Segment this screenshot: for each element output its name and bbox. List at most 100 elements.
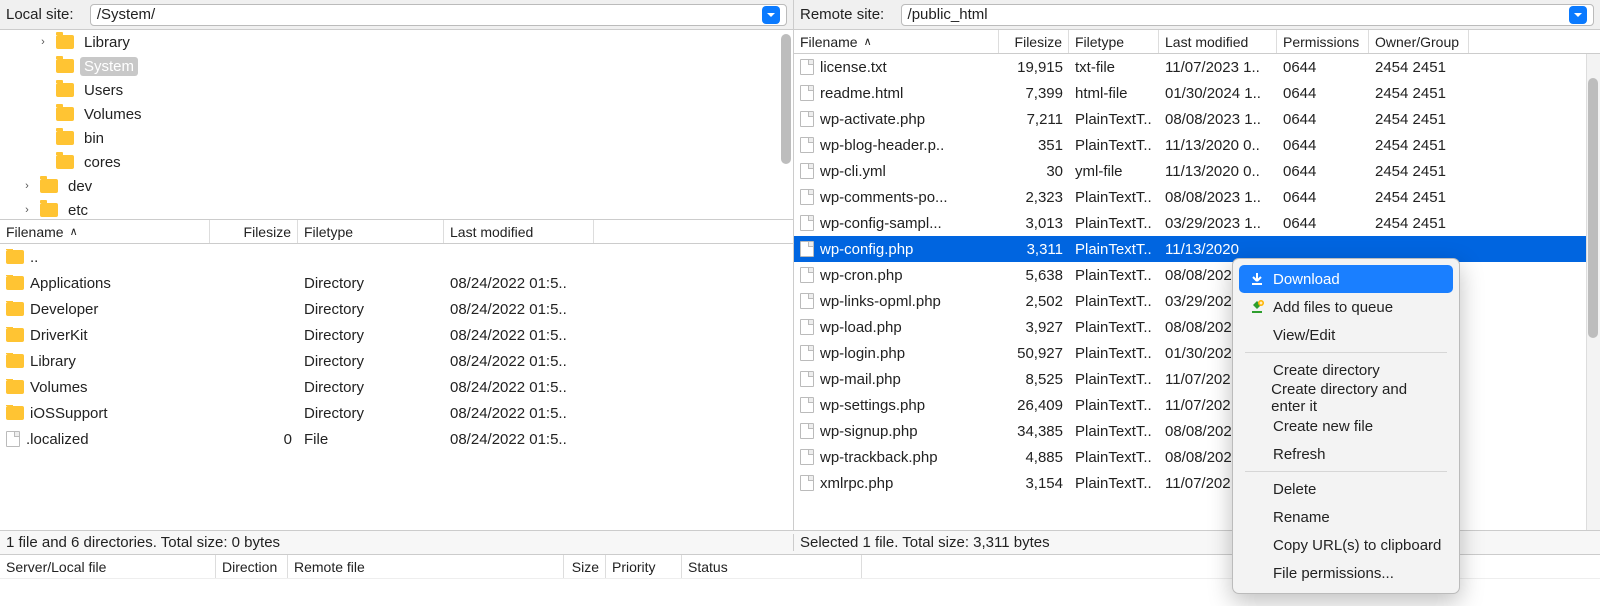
- local-file-row[interactable]: iOSSupportDirectory08/24/2022 01:5..: [0, 400, 793, 426]
- remote-file-row[interactable]: readme.html7,399html-file01/30/2024 1..0…: [794, 80, 1600, 106]
- local-file-list[interactable]: ..ApplicationsDirectory08/24/2022 01:5..…: [0, 244, 793, 530]
- local-header-filetype[interactable]: Filetype: [298, 220, 444, 243]
- local-path-input[interactable]: /System/: [90, 4, 787, 26]
- menu-refresh[interactable]: Refresh: [1239, 440, 1453, 468]
- queue-header-file[interactable]: Server/Local file: [0, 555, 216, 578]
- file-type: PlainTextT..: [1069, 267, 1159, 284]
- remote-file-list[interactable]: license.txt19,915txt-file11/07/2023 1..0…: [794, 54, 1600, 530]
- remote-path-text: /public_html: [908, 6, 1565, 23]
- remote-file-row[interactable]: wp-links-opml.php2,502PlainTextT..03/29/…: [794, 288, 1600, 314]
- menu-create-directory[interactable]: Create directory: [1239, 356, 1453, 384]
- tree-item[interactable]: ›Library: [0, 30, 793, 54]
- local-file-row[interactable]: .localized0File08/24/2022 01:5..: [0, 426, 793, 452]
- file-size: 26,409: [999, 397, 1069, 414]
- remote-path-dropdown-icon[interactable]: [1569, 6, 1587, 24]
- remote-file-row[interactable]: license.txt19,915txt-file11/07/2023 1..0…: [794, 54, 1600, 80]
- folder-icon: [6, 302, 24, 316]
- remote-file-row[interactable]: wp-load.php3,927PlainTextT..08/08/202: [794, 314, 1600, 340]
- file-icon: [800, 371, 814, 387]
- disclosure-icon[interactable]: ›: [20, 204, 34, 216]
- remote-header-owner[interactable]: Owner/Group: [1369, 30, 1469, 53]
- remote-file-row[interactable]: wp-comments-po...2,323PlainTextT..08/08/…: [794, 184, 1600, 210]
- tree-item[interactable]: Users: [0, 78, 793, 102]
- file-icon: [800, 319, 814, 335]
- remote-scrollbar-thumb[interactable]: [1588, 78, 1598, 338]
- remote-file-row[interactable]: wp-mail.php8,525PlainTextT..11/07/202: [794, 366, 1600, 392]
- remote-file-row[interactable]: wp-blog-header.p..351PlainTextT..11/13/2…: [794, 132, 1600, 158]
- file-size: 0: [210, 431, 298, 448]
- remote-status: Selected 1 file. Total size: 3,311 bytes: [794, 534, 1600, 551]
- disclosure-icon[interactable]: ›: [20, 180, 34, 192]
- remote-file-row[interactable]: wp-config.php3,311PlainTextT..11/13/2020: [794, 236, 1600, 262]
- disclosure-icon[interactable]: ›: [36, 36, 50, 48]
- file-type: PlainTextT..: [1069, 475, 1159, 492]
- file-size: 50,927: [999, 345, 1069, 362]
- file-modified: 08/24/2022 01:5..: [444, 379, 594, 396]
- queue-header-priority[interactable]: Priority: [606, 555, 682, 578]
- file-name: wp-blog-header.p..: [820, 137, 944, 154]
- local-header-modified[interactable]: Last modified: [444, 220, 594, 243]
- remote-file-row[interactable]: xmlrpc.php3,154PlainTextT..11/07/202: [794, 470, 1600, 496]
- remote-file-row[interactable]: wp-config-sampl...3,013PlainTextT..03/29…: [794, 210, 1600, 236]
- folder-icon: [6, 328, 24, 342]
- menu-create-new-file[interactable]: Create new file: [1239, 412, 1453, 440]
- menu-file-permissions[interactable]: File permissions...: [1239, 559, 1453, 587]
- file-permissions: 0644: [1277, 215, 1369, 232]
- tree-scrollbar[interactable]: [781, 34, 791, 164]
- menu-rename[interactable]: Rename: [1239, 503, 1453, 531]
- file-modified: 08/24/2022 01:5..: [444, 327, 594, 344]
- local-file-row[interactable]: DeveloperDirectory08/24/2022 01:5..: [0, 296, 793, 322]
- remote-file-row[interactable]: wp-trackback.php4,885PlainTextT..08/08/2…: [794, 444, 1600, 470]
- tree-item[interactable]: ›dev: [0, 174, 793, 198]
- local-header-filesize[interactable]: Filesize: [210, 220, 298, 243]
- local-file-row[interactable]: VolumesDirectory08/24/2022 01:5..: [0, 374, 793, 400]
- remote-scrollbar-track[interactable]: [1586, 54, 1600, 530]
- remote-file-row[interactable]: wp-login.php50,927PlainTextT..01/30/202: [794, 340, 1600, 366]
- menu-create-directory-enter[interactable]: Create directory and enter it: [1239, 384, 1453, 412]
- file-icon: [800, 163, 814, 179]
- file-owner: 2454 2451: [1369, 85, 1469, 102]
- remote-header-modified[interactable]: Last modified: [1159, 30, 1277, 53]
- menu-add-to-queue[interactable]: Add files to queue: [1239, 293, 1453, 321]
- tree-item[interactable]: Volumes: [0, 102, 793, 126]
- local-path-dropdown-icon[interactable]: [762, 6, 780, 24]
- file-icon: [800, 189, 814, 205]
- remote-file-row[interactable]: wp-cli.yml30yml-file11/13/2020 0..064424…: [794, 158, 1600, 184]
- file-permissions: 0644: [1277, 85, 1369, 102]
- file-type: File: [298, 431, 444, 448]
- remote-header-filename[interactable]: Filename ∧: [794, 30, 999, 53]
- remote-header-permissions[interactable]: Permissions: [1277, 30, 1369, 53]
- queue-header-direction[interactable]: Direction: [216, 555, 288, 578]
- remote-path-input[interactable]: /public_html: [901, 4, 1594, 26]
- local-file-row[interactable]: ApplicationsDirectory08/24/2022 01:5..: [0, 270, 793, 296]
- local-folder-tree[interactable]: ›LibrarySystemUsersVolumesbincores›dev›e…: [0, 30, 793, 220]
- local-file-row[interactable]: ..: [0, 244, 793, 270]
- tree-item[interactable]: cores: [0, 150, 793, 174]
- queue-header-size[interactable]: Size: [564, 555, 606, 578]
- local-file-row[interactable]: DriverKitDirectory08/24/2022 01:5..: [0, 322, 793, 348]
- file-type: Directory: [298, 353, 444, 370]
- file-size: 34,385: [999, 423, 1069, 440]
- remote-file-header[interactable]: Filename ∧ Filesize Filetype Last modifi…: [794, 30, 1600, 54]
- menu-delete[interactable]: Delete: [1239, 475, 1453, 503]
- file-icon: [800, 215, 814, 231]
- remote-header-filesize[interactable]: Filesize: [999, 30, 1069, 53]
- menu-download[interactable]: Download: [1239, 265, 1453, 293]
- local-header-filename[interactable]: Filename ∧: [0, 220, 210, 243]
- queue-header-remote[interactable]: Remote file: [288, 555, 564, 578]
- remote-file-row[interactable]: wp-cron.php5,638PlainTextT..08/08/202: [794, 262, 1600, 288]
- remote-file-row[interactable]: wp-settings.php26,409PlainTextT..11/07/2…: [794, 392, 1600, 418]
- tree-item[interactable]: bin: [0, 126, 793, 150]
- menu-copy-url[interactable]: Copy URL(s) to clipboard: [1239, 531, 1453, 559]
- tree-item[interactable]: System: [0, 54, 793, 78]
- queue-header-status[interactable]: Status: [682, 555, 862, 578]
- file-name: wp-cli.yml: [820, 163, 886, 180]
- tree-item[interactable]: ›etc: [0, 198, 793, 220]
- local-file-row[interactable]: LibraryDirectory08/24/2022 01:5..: [0, 348, 793, 374]
- menu-view-edit[interactable]: View/Edit: [1239, 321, 1453, 349]
- remote-header-filetype[interactable]: Filetype: [1069, 30, 1159, 53]
- remote-file-row[interactable]: wp-activate.php7,211PlainTextT..08/08/20…: [794, 106, 1600, 132]
- file-owner: 2454 2451: [1369, 111, 1469, 128]
- remote-file-row[interactable]: wp-signup.php34,385PlainTextT..08/08/202: [794, 418, 1600, 444]
- local-file-header[interactable]: Filename ∧ Filesize Filetype Last modifi…: [0, 220, 793, 244]
